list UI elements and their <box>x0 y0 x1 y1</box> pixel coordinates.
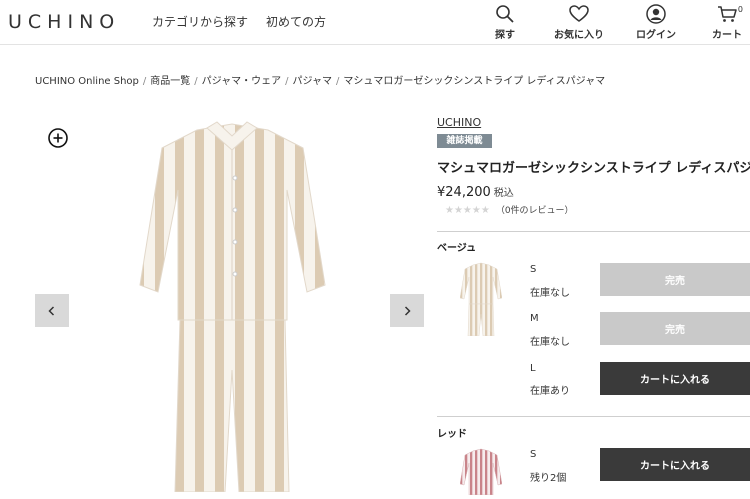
brand-link[interactable]: UCHINO <box>437 116 481 129</box>
breadcrumb-separator: / <box>336 76 340 87</box>
breadcrumb: UCHINO Online Shop / 商品一覧 / パジャマ・ウェア / パジャマ / マシ… <box>35 72 605 87</box>
search-icon <box>496 5 514 23</box>
breadcrumb-item-pajama[interactable]: パジャマ <box>293 76 333 87</box>
breadcrumb-item-current: マシュマロガーゼシックシンストライプ レディスパジャマ <box>343 76 606 87</box>
site-logo[interactable]: UCHINO <box>8 11 120 33</box>
search-button[interactable]: 探す <box>475 3 535 41</box>
breadcrumb-item-pajama-wear[interactable]: パジャマ・ウェア <box>202 76 282 87</box>
breadcrumb-separator: / <box>194 76 198 87</box>
pajama-thumbnail <box>459 262 503 337</box>
stock-status: 残り2個 <box>530 473 567 484</box>
breadcrumb-separator: / <box>142 76 147 87</box>
color-name-beige: ベージュ <box>437 243 477 254</box>
section-divider <box>437 416 750 417</box>
variant-thumbnail-beige[interactable] <box>459 262 503 340</box>
product-price: ¥24,200 <box>437 185 491 200</box>
stock-status: 在庫なし <box>530 288 570 299</box>
breadcrumb-item-home[interactable]: UCHINO Online Shop <box>35 76 139 87</box>
zoom-button[interactable] <box>47 127 69 153</box>
gallery-prev-button[interactable] <box>35 294 69 327</box>
site-header: UCHINO カテゴリから探す 初めての方 探す お気に入り ログイン 0 カー… <box>0 0 750 45</box>
search-label: 探す <box>495 30 515 41</box>
magazine-badge: 雑誌掲載 <box>437 134 492 148</box>
size-label: S <box>530 449 537 460</box>
favorites-button[interactable]: お気に入り <box>549 3 609 41</box>
tax-label: 税込 <box>493 188 514 199</box>
sold-out-button[interactable]: 完売 <box>600 312 750 345</box>
nav-first-time-link[interactable]: 初めての方 <box>266 13 326 30</box>
stock-status: 在庫あり <box>530 386 570 397</box>
login-button[interactable]: ログイン <box>626 3 686 41</box>
chevron-right-icon <box>404 305 411 316</box>
product-title: マシュマロガーゼシックシンストライプ レディスパジャマ <box>437 161 750 176</box>
login-label: ログイン <box>636 30 676 41</box>
cart-icon <box>718 6 737 22</box>
chevron-left-icon <box>48 305 55 316</box>
section-divider <box>437 231 750 232</box>
add-to-cart-button[interactable]: カートに入れる <box>600 448 750 481</box>
nav-category-link[interactable]: カテゴリから探す <box>152 13 248 30</box>
cart-button[interactable]: 0 カート <box>697 3 750 41</box>
favorites-label: お気に入り <box>554 30 604 41</box>
gallery-next-button[interactable] <box>390 294 424 327</box>
cart-count: 0 <box>737 5 743 14</box>
rating-stars-icon: ★★★★★ <box>445 205 490 216</box>
rating-summary[interactable]: ★★★★★ （0件のレビュー） <box>445 203 574 216</box>
product-price-block: ¥24,200 税込 <box>437 184 514 200</box>
pajama-thumbnail <box>459 448 503 496</box>
size-label: L <box>530 363 536 374</box>
add-to-cart-button[interactable]: カートに入れる <box>600 362 750 395</box>
color-name-red: レッド <box>437 429 467 440</box>
user-icon <box>646 4 666 24</box>
variant-thumbnail-red[interactable] <box>459 448 503 499</box>
breadcrumb-item-products[interactable]: 商品一覧 <box>150 76 190 87</box>
stock-status: 在庫なし <box>530 337 570 348</box>
zoom-plus-icon <box>48 128 68 148</box>
pajama-illustration <box>139 121 326 493</box>
product-main-image <box>135 120 330 496</box>
size-label: M <box>530 313 539 324</box>
cart-label: カート <box>712 30 742 41</box>
review-count: （0件のレビュー） <box>495 206 574 216</box>
heart-icon <box>569 5 589 22</box>
size-label: S <box>530 264 537 275</box>
sold-out-button[interactable]: 完売 <box>600 263 750 296</box>
breadcrumb-separator: / <box>285 76 289 87</box>
